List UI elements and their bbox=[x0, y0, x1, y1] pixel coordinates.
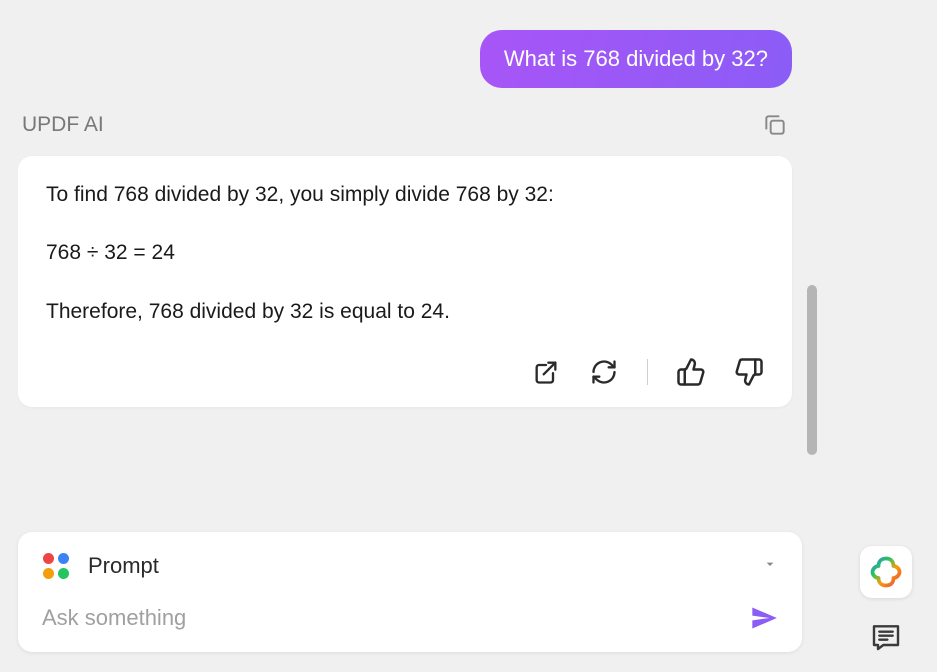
regenerate-icon[interactable] bbox=[589, 357, 619, 387]
thumbs-up-icon[interactable] bbox=[676, 357, 706, 387]
prompt-label: Prompt bbox=[88, 553, 159, 579]
response-line-2: 768 ÷ 32 = 24 bbox=[46, 238, 764, 268]
thumbs-down-icon[interactable] bbox=[734, 357, 764, 387]
action-divider bbox=[647, 359, 648, 385]
ai-response-card: To find 768 divided by 32, you simply di… bbox=[18, 156, 792, 407]
feedback-icon[interactable] bbox=[869, 620, 903, 654]
message-input[interactable] bbox=[42, 605, 750, 631]
copy-icon[interactable] bbox=[762, 112, 788, 138]
chat-container: What is 768 divided by 32? UPDF AI To fi… bbox=[0, 0, 820, 672]
prompt-left: Prompt bbox=[42, 552, 159, 580]
scrollbar[interactable] bbox=[807, 285, 817, 455]
side-buttons bbox=[860, 546, 912, 654]
ai-response-header: UPDF AI bbox=[18, 112, 792, 138]
response-line-3: Therefore, 768 divided by 32 is equal to… bbox=[46, 297, 764, 327]
input-row bbox=[18, 596, 802, 652]
share-icon[interactable] bbox=[531, 357, 561, 387]
chevron-down-icon bbox=[762, 556, 778, 577]
prompt-header[interactable]: Prompt bbox=[18, 532, 802, 596]
response-actions bbox=[46, 349, 764, 387]
user-message-bubble: What is 768 divided by 32? bbox=[480, 30, 792, 88]
ai-label: UPDF AI bbox=[22, 113, 104, 137]
messages-area: What is 768 divided by 32? UPDF AI To fi… bbox=[18, 20, 802, 532]
prompt-dots-icon bbox=[42, 552, 70, 580]
send-button[interactable] bbox=[750, 604, 778, 632]
input-section: Prompt bbox=[18, 532, 802, 652]
user-message-text: What is 768 divided by 32? bbox=[504, 46, 768, 71]
app-logo-button[interactable] bbox=[860, 546, 912, 598]
response-line-1: To find 768 divided by 32, you simply di… bbox=[46, 180, 764, 210]
